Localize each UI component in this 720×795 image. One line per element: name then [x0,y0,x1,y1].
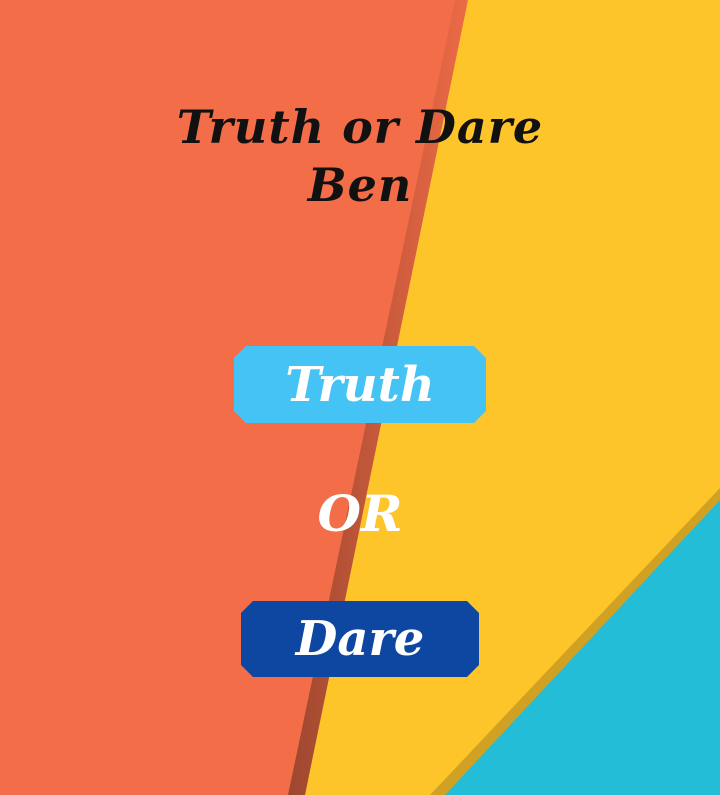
truth-button-label: Truth [285,356,435,413]
or-separator: OR [317,484,403,543]
title-line-player: Ben [307,158,413,212]
dare-button-label: Dare [295,611,425,667]
truth-button[interactable]: Truth [234,346,486,423]
dare-button[interactable]: Dare [241,601,479,677]
title-line-game: Truth or Dare [176,100,544,154]
app-screen: Truth or Dare Ben Truth OR Dare [0,0,720,795]
page-title: Truth or Dare Ben [0,98,720,214]
